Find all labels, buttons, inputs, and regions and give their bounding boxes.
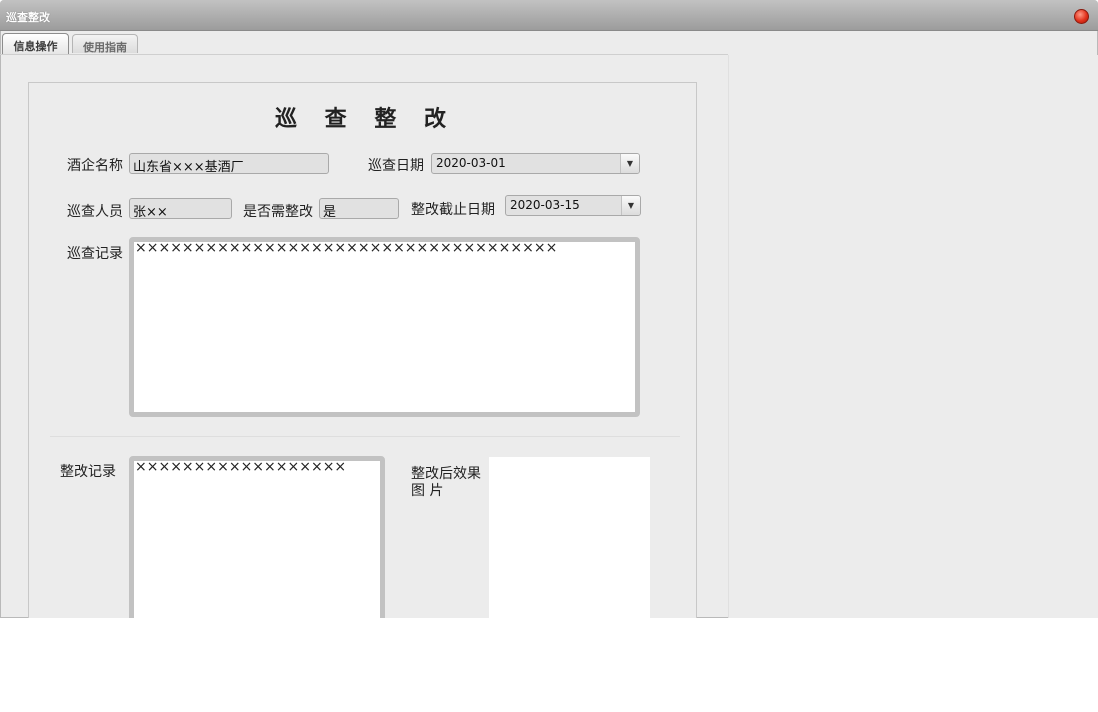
chevron-down-icon[interactable]: ▼ [621, 196, 640, 215]
inspect-date-label: 巡查日期 [368, 158, 424, 174]
tab-user-guide[interactable]: 使用指南 [72, 34, 138, 54]
inspect-record-textarea[interactable]: ×××××××××××××××××××××××××××××××××××× [129, 237, 640, 417]
inspect-record-label: 巡查记录 [67, 246, 123, 262]
right-blank-area [728, 55, 1098, 618]
window-title: 巡查整改 [6, 11, 50, 24]
inspect-date-value: 2020-03-01 [436, 156, 506, 170]
tab-bar: 信息操作 使用指南 [0, 31, 728, 55]
effect-image-box[interactable] [489, 457, 650, 618]
title-bar[interactable]: 巡查整改 [0, 0, 1098, 31]
enterprise-field[interactable]: 山东省×××基酒厂 [129, 153, 329, 174]
need-rectify-label: 是否需整改 [243, 204, 313, 220]
section-divider [50, 436, 680, 437]
deadline-value: 2020-03-15 [510, 198, 580, 212]
inspect-date-select[interactable]: 2020-03-01 ▼ [431, 153, 640, 174]
deadline-label: 整改截止日期 [411, 202, 495, 218]
form-heading: 巡 查 整 改 [275, 106, 456, 132]
close-icon[interactable] [1074, 9, 1089, 24]
enterprise-label: 酒企名称 [67, 158, 123, 174]
chevron-down-icon[interactable]: ▼ [620, 154, 639, 173]
app-window: 巡查整改 信息操作 使用指南 巡 查 整 改 酒企名称 山东省×××基酒厂 巡查… [0, 0, 1098, 618]
inspector-label: 巡查人员 [67, 204, 123, 220]
deadline-select[interactable]: 2020-03-15 ▼ [505, 195, 641, 216]
rectify-record-textarea[interactable]: ×××××××××××××××××× [129, 456, 385, 618]
inspector-field[interactable]: 张×× [129, 198, 232, 219]
tab-info-operation[interactable]: 信息操作 [2, 33, 69, 54]
rectify-record-label: 整改记录 [60, 464, 116, 480]
effect-image-label-line2: 图 片 [411, 483, 444, 499]
need-rectify-field[interactable]: 是 [319, 198, 399, 219]
